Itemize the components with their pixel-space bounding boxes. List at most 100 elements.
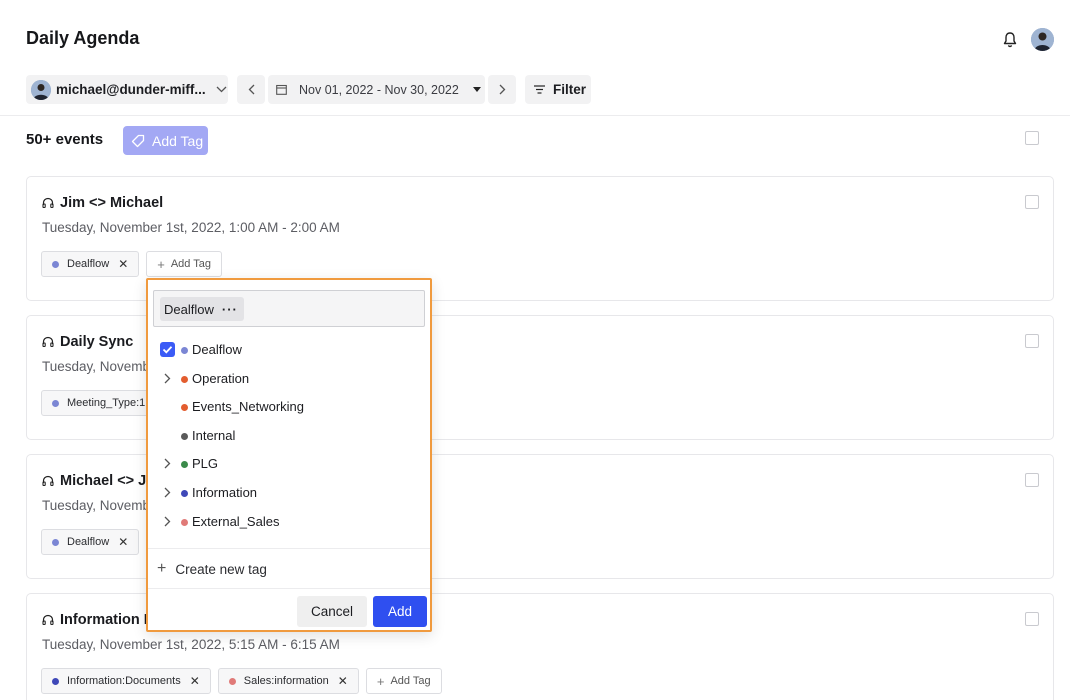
event-time: Tuesday, November 1st, 2022, 1:00 AM - 2… [42, 220, 340, 235]
add-tag-button[interactable]: Add Tag [123, 126, 208, 155]
filter-button[interactable]: Filter [525, 75, 591, 104]
create-tag-label: Create new tag [175, 561, 267, 577]
tag-label: Information:Documents [67, 675, 181, 687]
chevron-right-icon[interactable] [164, 458, 171, 469]
date-range-label: Nov 01, 2022 - Nov 30, 2022 [299, 82, 459, 97]
tag-option-label: Events_Networking [192, 399, 304, 414]
account-selector[interactable]: michael@dunder-miff... [26, 75, 228, 104]
add-tag-label: Add Tag [390, 675, 431, 687]
tag-color-dot [228, 677, 236, 685]
tag-color-dot [52, 538, 59, 546]
selected-tag-label: Dealflow [164, 301, 214, 317]
plus-icon: + [376, 673, 385, 689]
add-button[interactable]: Add [373, 596, 427, 627]
tag-color-dot [181, 404, 188, 411]
previous-range-button[interactable] [237, 75, 265, 104]
chevron-right-icon [499, 84, 505, 95]
tag-option-label: Operation [192, 371, 250, 386]
tag-option-information[interactable]: Information [148, 482, 430, 504]
tag-chip[interactable]: Meeting_Type:1 [41, 390, 157, 416]
event-title: Jim <> Michael [42, 195, 163, 211]
add-tag-button[interactable]: + Add Tag [146, 251, 223, 277]
tag-option-label: Internal [192, 428, 236, 443]
add-tag-label: Add Tag [170, 258, 212, 270]
tag-option-label: PLG [192, 456, 219, 471]
tag-label: Meeting_Type:1 [67, 397, 146, 409]
tag-picker-popover: Dealflow ··· Dealflow Operation Events_N… [146, 278, 432, 632]
tag-list: Information:Documents ✕ Sales:informatio… [41, 668, 442, 694]
tag-color-dot [181, 347, 188, 354]
select-all-checkbox[interactable] [1025, 131, 1039, 145]
chevron-right-icon[interactable] [164, 487, 171, 498]
add-tag-label: Add Tag [152, 132, 204, 149]
tag-option-label: Dealflow [192, 342, 242, 357]
close-icon[interactable]: ✕ [118, 535, 128, 549]
close-icon[interactable]: ✕ [338, 674, 348, 688]
close-icon[interactable]: ✕ [190, 674, 200, 688]
tag-chip[interactable]: Dealflow ✕ [41, 529, 140, 555]
event-title-text: Jim <> Michael [60, 195, 164, 211]
headphones-icon [42, 475, 54, 487]
cancel-button[interactable]: Cancel [297, 596, 367, 627]
divider [148, 548, 430, 549]
tag-list: Dealflow ✕ + Add Tag [41, 251, 223, 277]
event-checkbox[interactable] [1025, 195, 1039, 209]
headphones-icon [42, 197, 54, 209]
event-time: Tuesday, November 1st, 2022, 5:15 AM - 6… [42, 637, 340, 652]
tag-icon [131, 134, 145, 147]
divider [148, 588, 430, 589]
tag-option-external-sales[interactable]: External_Sales [148, 511, 430, 533]
filter-label: Filter [553, 82, 587, 97]
checkbox-checked[interactable] [160, 342, 175, 357]
more-icon[interactable]: ··· [222, 302, 238, 317]
tag-label: Dealflow [67, 258, 110, 270]
chevron-down-icon [216, 86, 227, 93]
event-title-text: Michael <> J [60, 473, 147, 489]
event-checkbox[interactable] [1025, 473, 1039, 487]
plus-icon: + [157, 560, 167, 577]
event-time: Tuesday, Novemb [42, 498, 151, 513]
tag-option-internal[interactable]: Internal [148, 425, 430, 447]
event-title: Michael <> J [42, 473, 146, 489]
event-checkbox[interactable] [1025, 334, 1039, 348]
create-tag-button[interactable]: + Create new tag [157, 560, 267, 578]
tag-list: Meeting_Type:1 [41, 390, 157, 416]
tag-option-label: Information [192, 485, 258, 500]
tag-list: Dealflow ✕ [41, 529, 140, 555]
chevron-right-icon[interactable] [164, 516, 171, 527]
event-title: Daily Sync [42, 334, 133, 350]
tag-option-label: External_Sales [192, 514, 280, 529]
tag-option-plg[interactable]: PLG [148, 453, 430, 475]
tag-color-dot [181, 490, 188, 497]
tag-color-dot [52, 399, 59, 407]
divider [0, 115, 1070, 116]
next-range-button[interactable] [488, 75, 516, 104]
tag-option-operation[interactable]: Operation [148, 368, 430, 390]
chevron-right-icon[interactable] [164, 373, 171, 384]
tag-color-dot [52, 677, 59, 685]
event-checkbox[interactable] [1025, 612, 1039, 626]
tag-option-dealflow[interactable]: Dealflow [148, 339, 430, 361]
filter-icon [534, 85, 545, 94]
plus-icon: + [157, 256, 165, 272]
tag-chip[interactable]: Sales:information ✕ [217, 668, 359, 694]
tag-label: Sales:information [243, 675, 329, 687]
tag-color-dot [181, 461, 188, 468]
tag-color-dot [181, 519, 188, 526]
tag-option-events-networking[interactable]: Events_Networking [148, 396, 430, 418]
tag-chip[interactable]: Dealflow ✕ [41, 251, 140, 277]
bell-icon[interactable] [1002, 31, 1018, 49]
calendar-icon [276, 84, 287, 95]
avatar [31, 79, 51, 100]
event-title-text: Daily Sync [60, 334, 134, 350]
event-time: Tuesday, Novemb [42, 359, 151, 374]
date-range-picker[interactable]: Nov 01, 2022 - Nov 30, 2022 [268, 75, 485, 104]
headphones-icon [42, 614, 54, 626]
close-icon[interactable]: ✕ [118, 257, 128, 271]
add-tag-button[interactable]: + Add Tag [365, 668, 442, 694]
tag-search-input[interactable]: Dealflow ··· [153, 290, 425, 327]
event-title: Information I [42, 612, 148, 628]
tag-chip[interactable]: Information:Documents ✕ [41, 668, 211, 694]
avatar[interactable] [1031, 28, 1054, 51]
selected-tag-chip[interactable]: Dealflow ··· [160, 297, 244, 321]
